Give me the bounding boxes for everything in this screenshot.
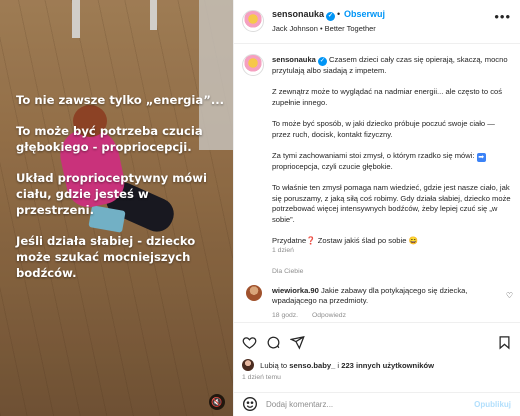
caption-p6-a: Przydatne	[272, 235, 307, 245]
caption-username[interactable]: sensonauka	[272, 55, 316, 64]
verified-icon: ✓	[317, 57, 327, 66]
caption-p4-b: propriocepcja, czyli czucie głębokie.	[272, 161, 393, 171]
avatar[interactable]	[242, 10, 264, 32]
smile-icon[interactable]	[242, 396, 258, 412]
caption-time: 1 dzień	[272, 247, 294, 254]
header-dot: •	[337, 9, 341, 19]
caption-paragraph-2: Z zewnątrz może to wyglądać na nadmiar e…	[272, 87, 503, 107]
overlay-line-1: To nie zawsze tylko „energia”...	[16, 93, 225, 107]
reply-button[interactable]: Odpowiedz	[312, 312, 346, 319]
overlay-line-4: Jeśli działa słabiej - dziecko może szuk…	[16, 234, 196, 280]
arrow-right-icon: ➡	[476, 152, 486, 162]
liked-prefix: Lubią to	[260, 361, 288, 370]
bookmark-icon[interactable]	[495, 333, 513, 351]
comment: wiewiorka.90 Jakie zabawy dla potykające…	[234, 282, 520, 322]
liked-by: Lubią to senso.baby_ i 223 innych użytko…	[242, 359, 434, 371]
overlay-line-2: To może być potrzeba czucia głębokiego -…	[16, 124, 203, 155]
header-username-text: sensonauka	[272, 9, 325, 19]
caption: sensonauka ✓ Czasem dzieci cały czas się …	[234, 44, 520, 312]
avatar[interactable]	[242, 54, 264, 76]
song-link[interactable]: Jack Johnson • Better Together	[272, 24, 376, 33]
comment-meta: 18 godz. Odpowiedz	[272, 312, 358, 319]
heart-icon[interactable]	[240, 333, 258, 351]
more-icon[interactable]: •••	[494, 9, 511, 24]
add-comment-bar: Opublikuj	[234, 392, 520, 416]
caption-paragraph-3: To może być sposób, w jaki dziecko próbu…	[272, 118, 495, 139]
post-header: sensonauka ✓ • Obserwuj Jack Johnson • Be…	[234, 0, 520, 44]
verified-icon: ✓	[326, 12, 336, 21]
caption-text: sensonauka ✓ Czasem dzieci cały czas się …	[272, 55, 512, 257]
overlay-text: To nie zawsze tylko „energia”... To może…	[16, 93, 230, 297]
post-media[interactable]: To nie zawsze tylko „energia”... To może…	[0, 0, 233, 416]
liker-avatar[interactable]	[242, 359, 254, 371]
caption-p6-b: Zostaw jakiś ślad po sobie	[317, 235, 407, 245]
for-you-label[interactable]: Dla Ciebie	[272, 268, 303, 275]
comment-username[interactable]: wiewiorka.90	[272, 286, 319, 295]
comment-time: 18 godz.	[272, 312, 299, 319]
comment-heart-icon[interactable]: ♡	[506, 291, 513, 300]
smile-emoji-icon: 😄	[408, 235, 419, 245]
likes-count[interactable]: 223 innych użytkowników	[341, 361, 434, 370]
caption-paragraph-6: Przydatne❓ Zostaw jakiś ślad po sobie 😄	[272, 236, 512, 247]
caption-paragraph-5: To właśnie ten zmysł pomaga nam wiedzieć…	[272, 182, 511, 224]
mute-button[interactable]: 🔇	[209, 394, 225, 410]
post-time: 1 dzień temu	[242, 374, 281, 381]
post-comment-button[interactable]: Opublikuj	[474, 400, 511, 409]
header-username[interactable]: sensonauka ✓	[272, 9, 336, 21]
comment-text: wiewiorka.90 Jakie zabawy dla potykające…	[272, 286, 502, 307]
overlay-line-3: Układ proprioceptywny mówi ciału, gdzie …	[16, 171, 207, 217]
follow-button[interactable]: Obserwuj	[344, 9, 385, 19]
caption-paragraph-4: Za tymi zachowaniami stoi zmysł, o który…	[272, 151, 512, 173]
liker-username[interactable]: senso.baby_	[289, 361, 335, 370]
caption-paragraph-1: sensonauka ✓ Czasem dzieci cały czas się …	[272, 55, 512, 77]
share-icon[interactable]	[288, 333, 306, 351]
question-icon: ❓	[306, 235, 316, 245]
caption-p4-a: Za tymi zachowaniami stoi zmysł, o który…	[272, 150, 475, 160]
post-sidebar: sensonauka ✓ • Obserwuj Jack Johnson • Be…	[233, 0, 520, 416]
comment-input[interactable]	[266, 396, 466, 413]
mute-icon: 🔇	[211, 396, 223, 407]
commenter-avatar[interactable]	[246, 285, 262, 301]
comment-icon[interactable]	[264, 333, 282, 351]
liked-mid: i	[337, 361, 340, 370]
action-bar: Lubią to senso.baby_ i 223 innych użytko…	[234, 322, 520, 392]
